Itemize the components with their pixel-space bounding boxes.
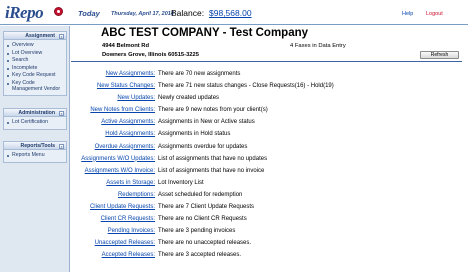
summary-row: Client CR Requests: There are no Client C… (71, 216, 468, 228)
sidebar: Assignment x Overview Lot Overview Searc… (0, 26, 70, 272)
reports-panel-header[interactable]: Reports/Tools x (4, 142, 66, 150)
administration-panel: Administration x Lot Certification (3, 108, 67, 130)
summary-text: Assignments overdue for updates (158, 143, 248, 150)
summary-text: List of assignments that have no invoice (158, 167, 265, 174)
summary-row: New Updates: Newly created updates (71, 95, 468, 107)
accepted-releases-link[interactable]: Accepted Releases: (102, 252, 155, 258)
refresh-button[interactable]: Refresh (420, 51, 459, 59)
active-assignments-link[interactable]: Active Assignments: (101, 119, 155, 125)
summary-text: There are no unaccepted releases. (158, 240, 252, 247)
logout-link[interactable]: Logout (426, 11, 443, 17)
assignments-wo-updates-link[interactable]: Assignments W/O Updates: (81, 156, 155, 162)
help-link[interactable]: Help (402, 11, 413, 17)
summary-text: Asset scheduled for redemption (158, 191, 243, 198)
assignment-panel-header[interactable]: Assignment x (4, 32, 66, 40)
sidebar-item-search[interactable]: Search (7, 57, 66, 65)
summary-row: New Status Changes: There are 71 new stat… (71, 83, 468, 95)
summary-row: Overdue Assignments: Assignments overdue … (71, 144, 468, 156)
top-header: iRepo Today Thursday, April 17, 2014 Bal… (0, 0, 468, 25)
summary-row: Unaccepted Releases: There are no unaccep… (71, 240, 468, 252)
summary-row: Active Assignments: Assignments in New or… (71, 119, 468, 131)
collapse-icon[interactable]: x (59, 110, 64, 116)
summary-row: Hold Assignments: Assignments in Hold sta… (71, 131, 468, 143)
summary-row: Accepted Releases: There are 3 accepted r… (71, 252, 468, 264)
new-notes-from-clients-link[interactable]: New Notes from Clients: (90, 107, 155, 113)
summary-text: Assignments in Hold status (158, 131, 231, 138)
sidebar-item-incomplete[interactable]: Incomplete (7, 65, 66, 73)
summary-list: New Assignments: There are 70 new assignm… (71, 71, 468, 265)
company-address-line2: Downers Grove, Illinois 60515-3225 (102, 52, 199, 58)
summary-text: Lot Inventory List (158, 179, 204, 186)
main-content: ABC TEST COMPANY - Test Company 4944 Bel… (71, 26, 468, 272)
summary-text: There are 71 new status changes - Close … (158, 83, 334, 90)
divider (71, 61, 462, 62)
overdue-assignments-link[interactable]: Overdue Assignments: (95, 144, 155, 150)
client-cr-requests-link[interactable]: Client CR Requests: (101, 216, 155, 222)
summary-row: Redemptions: Asset scheduled for redempti… (71, 192, 468, 204)
assignment-panel: Assignment x Overview Lot Overview Searc… (3, 31, 67, 96)
summary-row: Assets in Storage: Lot Inventory List (71, 180, 468, 192)
logo-text: iRepo (5, 3, 44, 22)
summary-row: Pending Invoices: There are 3 pending inv… (71, 228, 468, 240)
summary-text: There are 70 new assignments (158, 71, 241, 77)
new-updates-link[interactable]: New Updates: (117, 95, 155, 101)
summary-row: New Assignments: There are 70 new assignm… (71, 71, 468, 83)
summary-text: There are 7 Client Update Requests (158, 204, 255, 211)
faxes-count: 4 Faxes in Data Entry (290, 43, 346, 49)
summary-text: There are 3 pending invoices (158, 228, 236, 235)
new-assignments-link[interactable]: New Assignments: (106, 71, 155, 77)
balance-link[interactable]: $98,568.00 (209, 8, 252, 18)
summary-text: There are no Client CR Requests (158, 216, 247, 223)
summary-row: Client Update Requests: There are 7 Clien… (71, 204, 468, 216)
summary-row: Assignments W/O Updates: List of assignme… (71, 156, 468, 168)
panel-title: Administration (18, 110, 55, 116)
logo-mark-icon (54, 7, 63, 16)
app-logo[interactable]: iRepo (2, 2, 64, 24)
collapse-icon[interactable]: x (59, 33, 64, 39)
sidebar-item-key-code-management-vendor[interactable]: Key Code Management Vendor (7, 80, 66, 93)
today-label: Today (78, 9, 100, 18)
sidebar-item-lot-overview[interactable]: Lot Overview (7, 50, 66, 58)
new-status-changes-link[interactable]: New Status Changes: (97, 83, 155, 89)
administration-panel-header[interactable]: Administration x (4, 109, 66, 117)
unaccepted-releases-link[interactable]: Unaccepted Releases: (95, 240, 155, 246)
company-name: ABC TEST COMPANY - Test Company (101, 27, 309, 39)
summary-text: There are 3 accepted releases. (158, 252, 242, 259)
sidebar-item-lot-certification[interactable]: Lot Certification (7, 119, 66, 127)
current-date: Thursday, April 17, 2014 (111, 11, 174, 17)
summary-text: There are 9 new notes from your client(s… (158, 107, 268, 114)
reports-panel: Reports/Tools x Reports Menu (3, 141, 67, 163)
assignments-wo-invoice-link[interactable]: Assignments W/O Invoice: (85, 168, 155, 174)
summary-row: Assignments W/O Invoice: List of assignme… (71, 168, 468, 180)
redemptions-link[interactable]: Redemptions: (118, 192, 155, 198)
sidebar-item-reports-menu[interactable]: Reports Menu (7, 152, 66, 160)
company-address-line1: 4944 Belmont Rd (102, 43, 150, 49)
panel-title: Reports/Tools (20, 143, 56, 149)
balance-label: Balance: (171, 8, 205, 18)
summary-text: List of assignments that have no updates (158, 155, 268, 162)
hold-assignments-link[interactable]: Hold Assignments: (105, 131, 155, 137)
pending-invoices-link[interactable]: Pending Invoices: (108, 228, 155, 234)
collapse-icon[interactable]: x (59, 143, 64, 149)
summary-row: New Notes from Clients: There are 9 new n… (71, 107, 468, 119)
panel-title: Assignment (25, 33, 55, 39)
sidebar-item-overview[interactable]: Overview (7, 42, 66, 50)
sidebar-item-key-code-request[interactable]: Key Code Request (7, 72, 66, 80)
summary-text: Newly created updates (158, 95, 220, 102)
client-update-requests-link[interactable]: Client Update Requests: (90, 204, 155, 210)
assets-in-storage-link[interactable]: Assets in Storage: (106, 180, 155, 186)
summary-text: Assignments in New or Active status (158, 119, 255, 126)
